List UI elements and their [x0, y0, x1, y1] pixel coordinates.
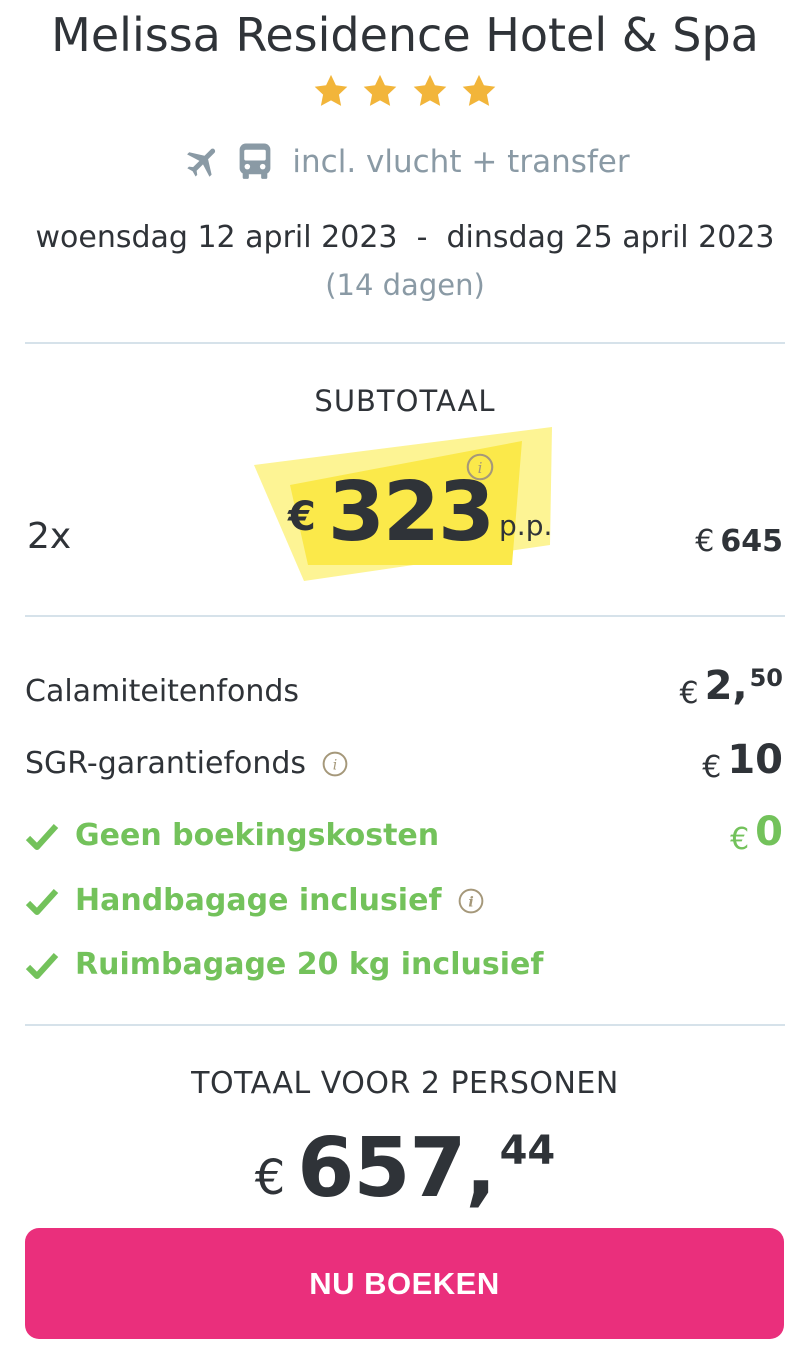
star-rating: [0, 72, 810, 114]
calamity-fund-label: Calamiteitenfonds: [25, 674, 299, 709]
plane-icon: [187, 148, 216, 177]
svg-text:i: i: [333, 757, 338, 773]
subtotal-label: SUBTOTAAL: [314, 384, 496, 418]
hand-luggage-included: Handbagage inclusief i: [25, 883, 484, 918]
currency-symbol: €: [254, 1150, 286, 1206]
check-icon: [25, 952, 59, 979]
no-booking-fee: Geen boekingskosten: [25, 818, 439, 853]
calamity-fund-value: 2,: [704, 663, 748, 709]
price-per-person-amount: 323: [327, 465, 495, 560]
sgr-fund-amount: € 10: [702, 740, 783, 785]
info-icon[interactable]: i: [458, 888, 484, 914]
star-icon: [413, 74, 446, 106]
hold-luggage-text: Ruimbagage 20 kg inclusief: [75, 947, 544, 982]
book-now-button[interactable]: NU BOEKEN: [25, 1228, 784, 1339]
price-per-person: € 323 p.p.: [288, 472, 552, 554]
info-icon[interactable]: i: [322, 751, 348, 777]
subtotal-amount: €645: [695, 524, 783, 559]
total-price: € 657, 44: [0, 1128, 810, 1210]
currency-symbol: €: [695, 524, 715, 559]
calamity-fund-text: Calamiteitenfonds: [25, 674, 299, 709]
divider: [25, 1024, 785, 1026]
currency-symbol: €: [730, 822, 750, 857]
total-label: TOTAAL VOOR 2 PERSONEN: [191, 1066, 619, 1101]
booking-fee-value: 0: [755, 809, 783, 855]
no-booking-fee-text: Geen boekingskosten: [75, 818, 440, 853]
calamity-fund-amount: € 2, 50: [679, 663, 783, 711]
hold-luggage-included: Ruimbagage 20 kg inclusief: [25, 947, 543, 982]
divider: [25, 615, 785, 617]
included-services-text: incl. vlucht + transfer: [292, 144, 630, 180]
total-price-cents: 44: [499, 1128, 556, 1174]
divider: [25, 342, 785, 344]
currency-symbol: €: [679, 676, 699, 711]
travel-dates: woensdag 12 april 2023 - dinsdag 25 apri…: [35, 220, 775, 255]
subtotal-value: 645: [720, 524, 783, 559]
svg-text:i: i: [478, 459, 483, 477]
check-icon: [25, 888, 59, 915]
included-services: incl. vlucht + transfer: [0, 142, 810, 182]
check-icon: [25, 823, 59, 850]
star-icon: [315, 74, 348, 106]
sgr-fund-text: SGR-garantiefonds: [25, 746, 307, 781]
bus-icon: [240, 143, 271, 179]
traveller-quantity: 2x: [27, 516, 72, 557]
star-icon: [462, 74, 495, 106]
hotel-title: Melissa Residence Hotel & Spa: [51, 8, 759, 62]
travel-duration: (14 dagen): [325, 268, 485, 302]
hand-luggage-text: Handbagage inclusief: [75, 883, 442, 918]
booking-fee-amount: € 0: [730, 812, 783, 857]
svg-text:i: i: [468, 894, 473, 910]
info-icon[interactable]: i: [466, 453, 494, 481]
currency-symbol: €: [702, 750, 722, 785]
per-person-suffix: p.p.: [499, 509, 553, 542]
star-icon: [364, 74, 397, 106]
total-price-value: 657,: [297, 1121, 496, 1216]
currency-symbol: €: [288, 494, 316, 540]
sgr-fund-value: 10: [727, 737, 783, 783]
calamity-fund-cents: 50: [749, 664, 783, 692]
sgr-fund-label: SGR-garantiefonds i: [25, 746, 348, 781]
